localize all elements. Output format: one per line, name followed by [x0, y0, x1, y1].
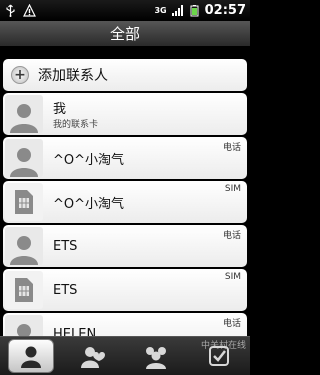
tab-contacts[interactable]: [8, 339, 55, 373]
contact-name: HELEN: [53, 326, 97, 337]
watermark: 中关村在线: [200, 341, 246, 351]
avatar: [5, 139, 43, 177]
add-icon: +: [11, 66, 29, 84]
person-silhouette-icon: [10, 148, 38, 177]
contact-list[interactable]: + 添加联系人 我 我的联系卡 ^O^小淘气 电话 ^O^小淘气 SIM ETS…: [0, 47, 250, 336]
list-item[interactable]: HELEN 电话: [3, 313, 247, 336]
sim-card-icon: [15, 190, 33, 214]
list-item[interactable]: ^O^小淘气 电话: [3, 137, 247, 179]
avatar: [5, 315, 43, 336]
list-item[interactable]: ^O^小淘气 SIM: [3, 181, 247, 223]
contact-type-tag: 电话: [222, 319, 241, 329]
group-person-icon: [80, 347, 105, 368]
list-item[interactable]: ETS 电话: [3, 225, 247, 267]
contact-name: ^O^小淘气: [53, 196, 125, 212]
list-item[interactable]: 我 我的联系卡: [3, 93, 247, 135]
contact-type-tag: 电话: [222, 143, 241, 153]
people-icon: [146, 347, 167, 369]
add-contact-label: 添加联系人: [38, 68, 108, 84]
list-item[interactable]: ETS SIM: [3, 269, 247, 311]
person-silhouette-icon: [10, 104, 38, 133]
contact-name: ^O^小淘气: [53, 152, 125, 168]
contact-name: ETS: [53, 282, 78, 298]
add-contact-button[interactable]: + 添加联系人: [3, 59, 247, 91]
contact-type-tag: 电话: [222, 231, 241, 241]
sim-card-icon: [15, 278, 33, 302]
usb-icon: [6, 4, 15, 17]
avatar: [5, 95, 43, 133]
signal-icon: [171, 5, 183, 16]
status-time: 02:57: [204, 3, 246, 18]
tab-groups[interactable]: [71, 339, 117, 373]
page-title: 全部: [0, 21, 250, 47]
person-icon: [21, 346, 42, 368]
network-type: 3G: [154, 6, 167, 15]
contact-type-tag: SIM: [224, 184, 241, 194]
contact-subtext: 我的联系卡: [53, 120, 99, 130]
avatar: [5, 227, 43, 265]
contact-name: 我: [53, 102, 67, 117]
person-silhouette-icon: [17, 324, 31, 336]
status-bar: 3G 02:57: [0, 0, 250, 21]
contact-type-tag: SIM: [224, 272, 241, 282]
battery-icon: [190, 5, 199, 17]
avatar: [5, 271, 43, 309]
avatar: [5, 183, 43, 221]
contact-name: ETS: [53, 238, 78, 254]
tab-call-history[interactable]: [133, 339, 179, 373]
warning-icon: [23, 4, 36, 17]
person-silhouette-icon: [10, 236, 38, 265]
